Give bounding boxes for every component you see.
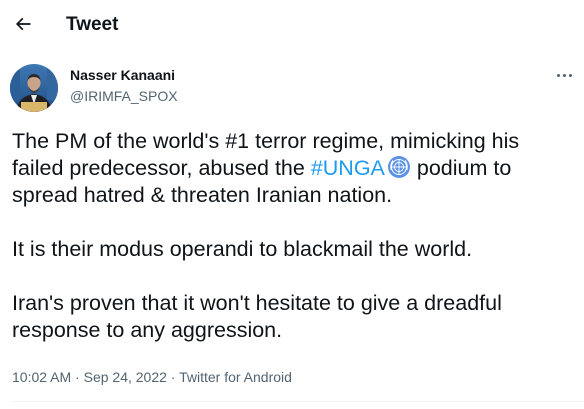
tweet-metadata: 10:02 AM · Sep 24, 2022 · Twitter for An… bbox=[12, 368, 292, 386]
tweet-date[interactable]: Sep 24, 2022 bbox=[84, 369, 167, 385]
un-emblem-icon bbox=[387, 156, 410, 178]
arrow-left-icon bbox=[15, 17, 31, 31]
tweet-header: Tweet bbox=[0, 0, 584, 50]
more-options-button[interactable] bbox=[552, 66, 576, 84]
tweet-text-part2: podium to spread hatred & threaten Irani… bbox=[12, 156, 512, 342]
ellipsis-icon bbox=[556, 73, 560, 77]
tweet-time[interactable]: 10:02 AM bbox=[12, 369, 71, 385]
tweet-source[interactable]: Twitter for Android bbox=[179, 369, 292, 385]
meta-separator: · bbox=[166, 369, 180, 385]
avatar[interactable] bbox=[10, 64, 58, 112]
profile-photo bbox=[10, 64, 58, 112]
divider bbox=[12, 401, 584, 402]
meta-separator: · bbox=[71, 369, 84, 385]
tweet-text: The PM of the world's #1 terror regime, … bbox=[12, 128, 574, 344]
author-handle[interactable]: @IRIMFA_SPOX bbox=[70, 87, 178, 105]
page-title: Tweet bbox=[66, 14, 119, 35]
back-button[interactable] bbox=[8, 9, 38, 39]
author-name[interactable]: Nasser Kanaani bbox=[70, 66, 175, 84]
hashtag-link[interactable]: #UNGA bbox=[311, 156, 385, 180]
